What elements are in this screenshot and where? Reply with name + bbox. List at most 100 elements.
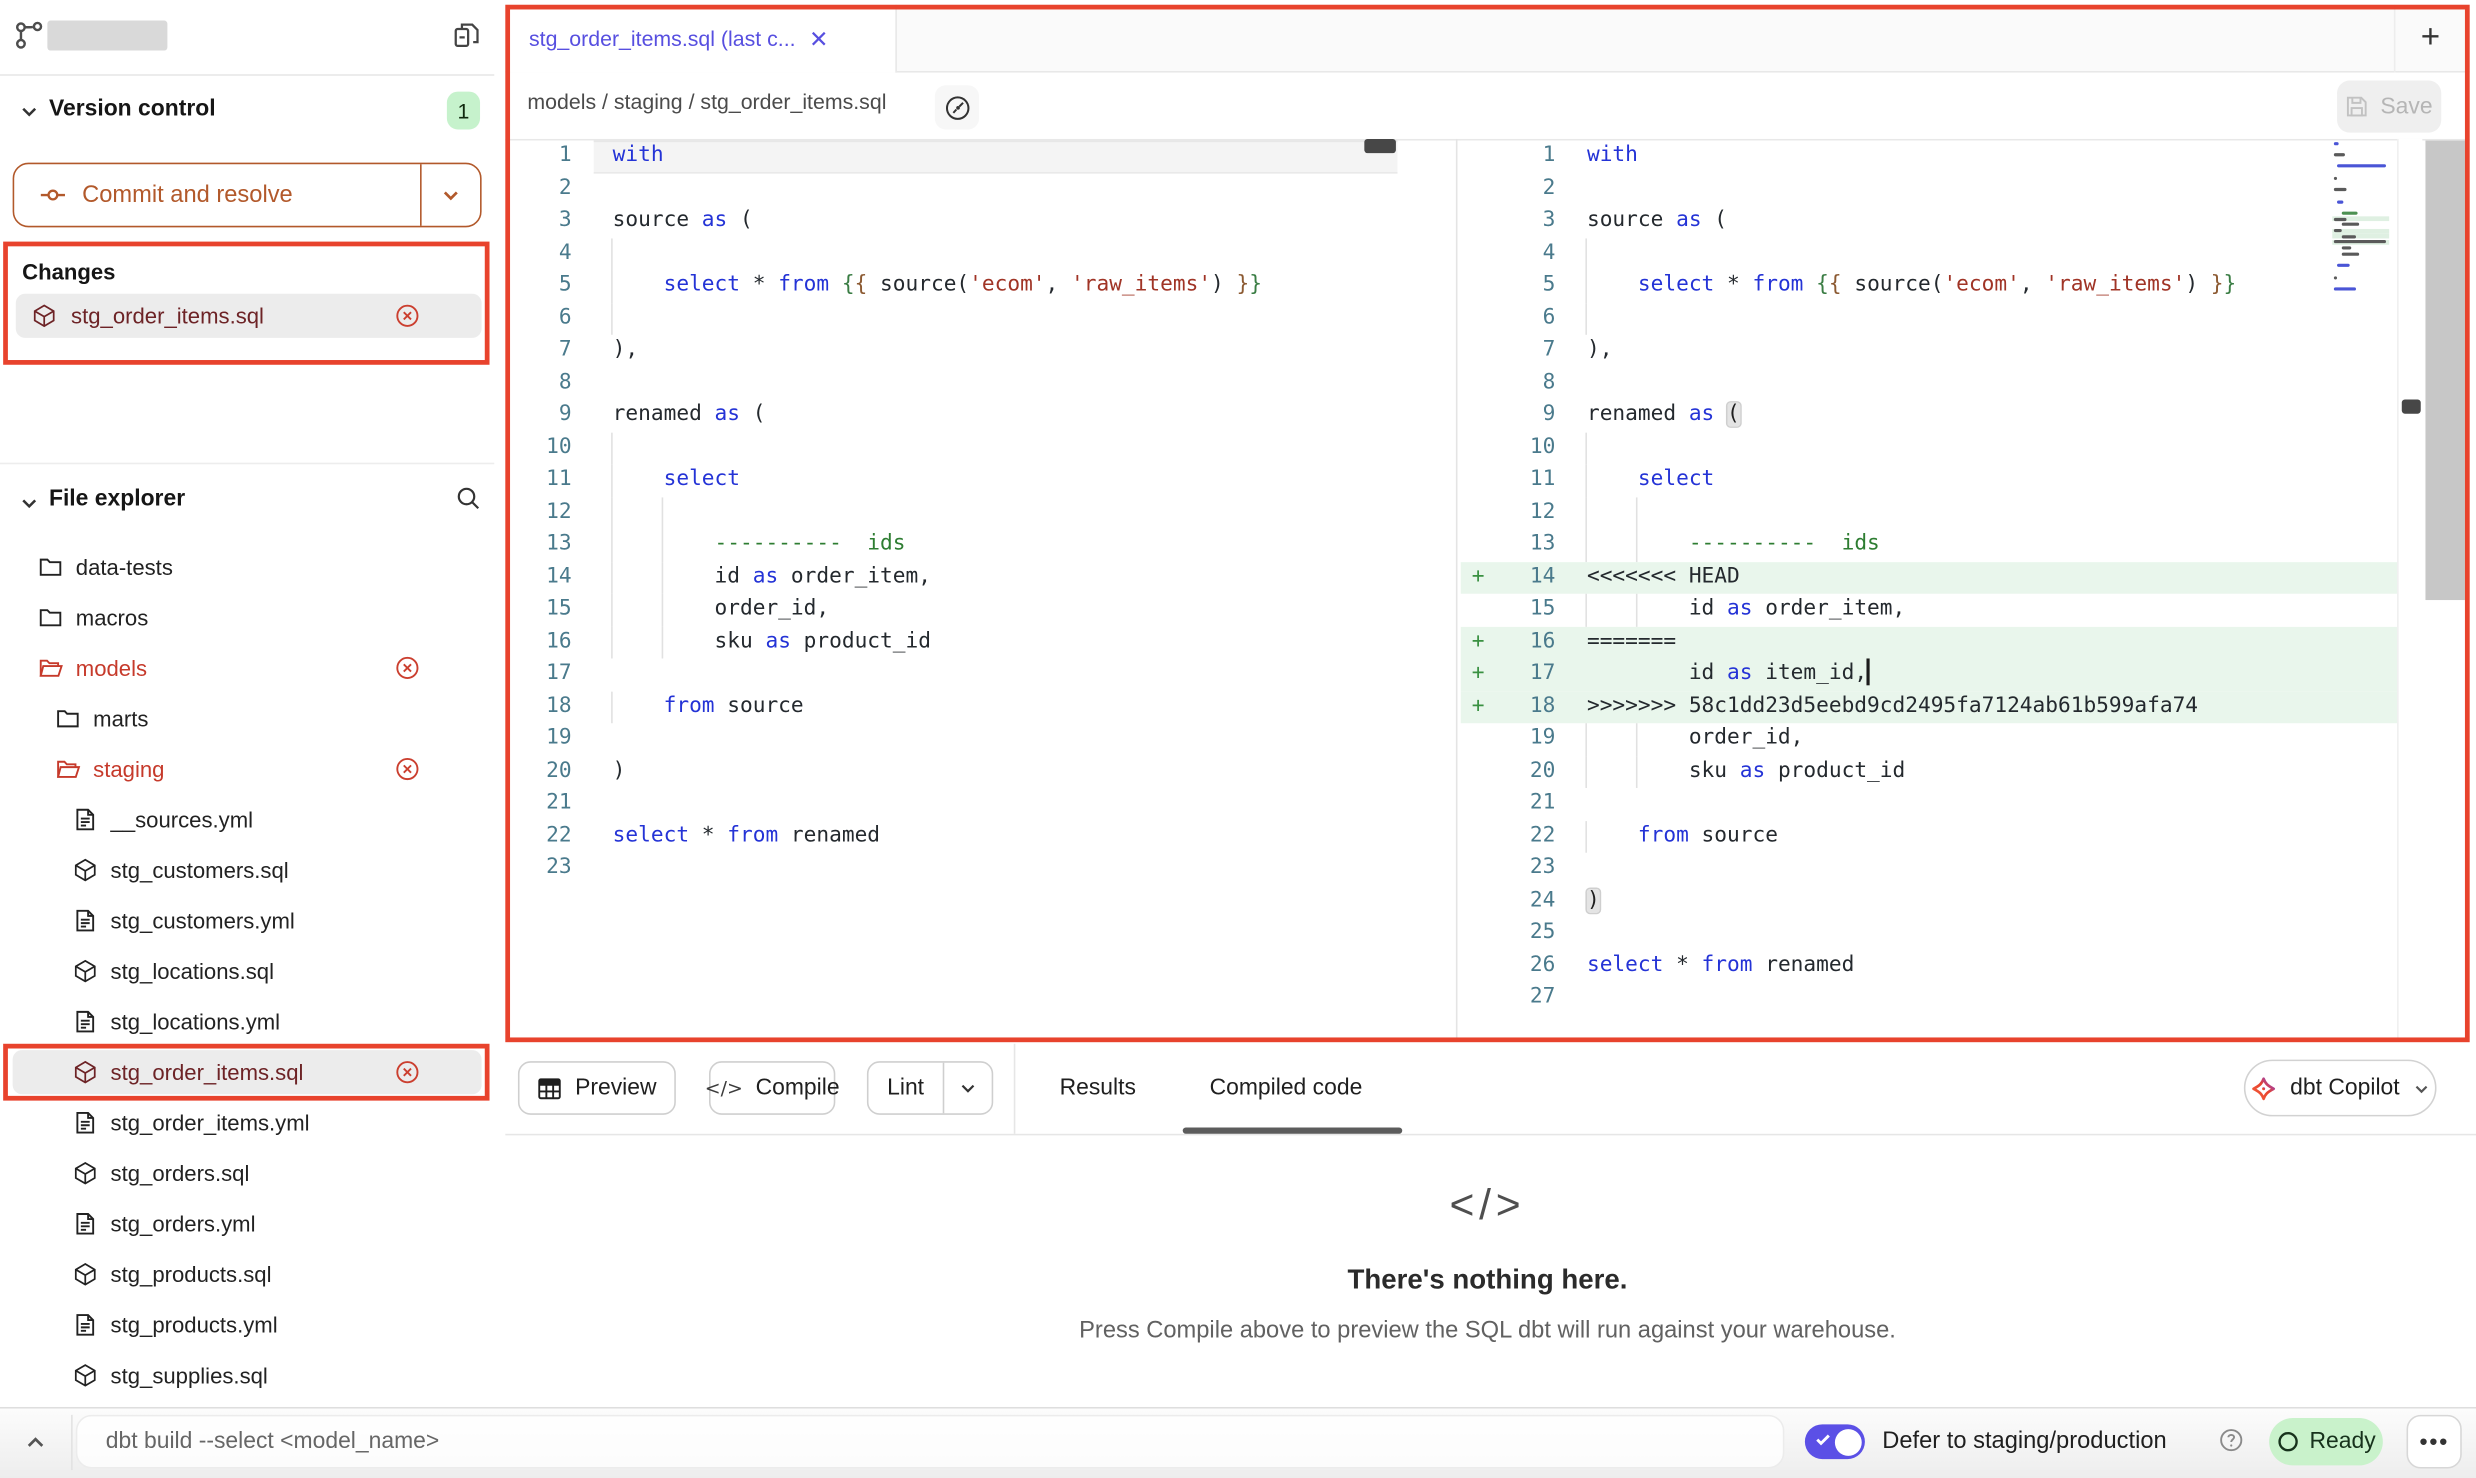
preview-button[interactable]: Preview	[518, 1061, 676, 1115]
code-line-21[interactable]: 21	[505, 788, 1397, 820]
dbt-copilot-button[interactable]: dbt Copilot	[2244, 1060, 2437, 1117]
file-row-stg-order-items-yml[interactable]: stg_order_items.yml	[13, 1101, 482, 1145]
file-row-stg-order-items-sql[interactable]: stg_order_items.sql	[13, 1050, 482, 1094]
file-row-stg-supplies-sql[interactable]: stg_supplies.sql	[13, 1353, 482, 1397]
discard-change-icon[interactable]	[395, 303, 420, 328]
file-row-stg-orders-sql[interactable]: stg_orders.sql	[13, 1151, 482, 1195]
tab-stg-order-items[interactable]: stg_order_items.sql (last c...	[510, 5, 897, 73]
code-line-21[interactable]: 21	[1461, 788, 2397, 820]
lineage-button[interactable]	[935, 85, 979, 129]
code-line-18[interactable]: 18 from source	[505, 691, 1397, 723]
code-line-6[interactable]: 6	[1461, 302, 2397, 334]
lint-split-button[interactable]: Lint	[867, 1061, 993, 1115]
code-line-12[interactable]: 12	[1461, 497, 2397, 529]
file-row-macros[interactable]: macros	[13, 595, 482, 639]
tab-compiled-code[interactable]: Compiled code	[1210, 1075, 1363, 1100]
lint-dropdown-button[interactable]	[943, 1063, 992, 1114]
code-line-26[interactable]: 26select * from renamed	[1461, 950, 2397, 982]
lint-label[interactable]: Lint	[868, 1075, 942, 1100]
code-line-11[interactable]: 11 select	[1461, 464, 2397, 496]
code-line-25[interactable]: 25	[1461, 917, 2397, 949]
code-line-14[interactable]: 14 id as order_item,	[505, 561, 1397, 593]
defer-toggle[interactable]	[1805, 1424, 1865, 1459]
code-line-2[interactable]: 2	[1461, 173, 2397, 205]
chevron-down-icon[interactable]	[19, 493, 40, 514]
code-line-18[interactable]: +18>>>>>>> 58c1dd23d5eebd9cd2495fa7124ab…	[1461, 691, 2397, 723]
code-line-17[interactable]: 17	[505, 658, 1397, 690]
status-badge[interactable]: Ready	[2269, 1418, 2383, 1465]
code-line-22[interactable]: 22 from source	[1461, 820, 2397, 852]
code-line-16[interactable]: +16=======	[1461, 626, 2397, 658]
pane-divider[interactable]	[1456, 139, 1458, 1042]
code-line-1[interactable]: 1with	[1461, 141, 2397, 173]
file-row-stg-locations-sql[interactable]: stg_locations.sql	[13, 949, 482, 993]
code-line-15[interactable]: 15 order_id,	[505, 594, 1397, 626]
code-line-23[interactable]: 23	[1461, 853, 2397, 885]
search-icon[interactable]	[455, 485, 482, 512]
discard-change-icon[interactable]	[395, 756, 420, 781]
code-line-17[interactable]: +17 id as item_id,	[1461, 658, 2397, 690]
code-line-11[interactable]: 11 select	[505, 464, 1397, 496]
code-line-5[interactable]: 5 select * from {{ source('ecom', 'raw_i…	[505, 270, 1397, 302]
code-line-15[interactable]: 15 id as order_item,	[1461, 594, 2397, 626]
code-line-7[interactable]: 7),	[1461, 335, 2397, 367]
commit-dropdown-button[interactable]	[420, 164, 480, 226]
right-pane-scrollbar-thumb[interactable]	[2402, 400, 2421, 414]
compile-button[interactable]: </> Compile	[709, 1061, 835, 1115]
code-line-8[interactable]: 8	[505, 367, 1397, 399]
right-pane-scrollbar-track[interactable]	[2397, 139, 2422, 1042]
help-icon[interactable]	[2219, 1427, 2244, 1452]
chevron-down-icon[interactable]	[19, 101, 40, 122]
code-line-5[interactable]: 5 select * from {{ source('ecom', 'raw_i…	[1461, 270, 2397, 302]
minimap[interactable]	[2332, 139, 2389, 306]
more-options-button[interactable]: •••	[2407, 1415, 2462, 1469]
code-line-2[interactable]: 2	[505, 173, 1397, 205]
file-row-stg-products-yml[interactable]: stg_products.yml	[13, 1303, 482, 1347]
code-line-8[interactable]: 8	[1461, 367, 2397, 399]
changes-item[interactable]: stg_order_items.sql	[16, 294, 482, 338]
code-line-19[interactable]: 19	[505, 723, 1397, 755]
code-line-4[interactable]: 4	[505, 238, 1397, 270]
save-button[interactable]: Save	[2337, 81, 2441, 133]
code-line-1[interactable]: 1with	[505, 141, 1397, 173]
new-tab-button[interactable]: +	[2421, 21, 2440, 54]
code-line-4[interactable]: 4	[1461, 238, 2397, 270]
file-row-staging[interactable]: staging	[13, 747, 482, 791]
file-row-stg-products-sql[interactable]: stg_products.sql	[13, 1252, 482, 1296]
copy-icon[interactable]	[452, 21, 482, 51]
chevron-up-icon[interactable]	[24, 1431, 48, 1455]
tab-results[interactable]: Results	[1060, 1075, 1136, 1100]
file-row-models[interactable]: models	[13, 646, 482, 690]
code-line-3[interactable]: 3source as (	[505, 205, 1397, 237]
file-row-stg-customers-sql[interactable]: stg_customers.sql	[13, 848, 482, 892]
file-row-data-tests[interactable]: data-tests	[13, 545, 482, 589]
window-scrollbar-thumb[interactable]	[2425, 141, 2464, 601]
file-row-stg-locations-yml[interactable]: stg_locations.yml	[13, 1000, 482, 1044]
code-line-10[interactable]: 10	[505, 432, 1397, 464]
code-line-14[interactable]: +14<<<<<<< HEAD	[1461, 561, 2397, 593]
code-line-9[interactable]: 9renamed as (	[1461, 400, 2397, 432]
code-line-24[interactable]: 24)	[1461, 885, 2397, 917]
code-line-3[interactable]: 3source as (	[1461, 205, 2397, 237]
tab-close-icon[interactable]	[808, 28, 829, 49]
code-line-27[interactable]: 27	[1461, 982, 2397, 1014]
editor-pane-original[interactable]: 1with23source as (45 select * from {{ so…	[505, 141, 1397, 1043]
code-line-10[interactable]: 10	[1461, 432, 2397, 464]
file-row-stg-orders-yml[interactable]: stg_orders.yml	[13, 1202, 482, 1246]
commit-button-main[interactable]: Commit and resolve	[14, 164, 420, 226]
code-line-23[interactable]: 23	[505, 853, 1397, 885]
file-row-stg-customers-yml[interactable]: stg_customers.yml	[13, 898, 482, 942]
code-line-7[interactable]: 7),	[505, 335, 1397, 367]
discard-change-icon[interactable]	[395, 655, 420, 680]
code-line-19[interactable]: 19 order_id,	[1461, 723, 2397, 755]
code-line-13[interactable]: 13 ---------- ids	[505, 529, 1397, 561]
code-line-13[interactable]: 13 ---------- ids	[1461, 529, 2397, 561]
command-input[interactable]: dbt build --select <model_name>	[76, 1415, 1785, 1469]
code-line-6[interactable]: 6	[505, 302, 1397, 334]
code-line-12[interactable]: 12	[505, 497, 1397, 529]
code-line-9[interactable]: 9renamed as (	[505, 400, 1397, 432]
code-line-16[interactable]: 16 sku as product_id	[505, 626, 1397, 658]
editor-pane-modified[interactable]: 1with23source as (45 select * from {{ so…	[1461, 141, 2397, 1043]
code-line-20[interactable]: 20 sku as product_id	[1461, 756, 2397, 788]
code-line-22[interactable]: 22select * from renamed	[505, 820, 1397, 852]
